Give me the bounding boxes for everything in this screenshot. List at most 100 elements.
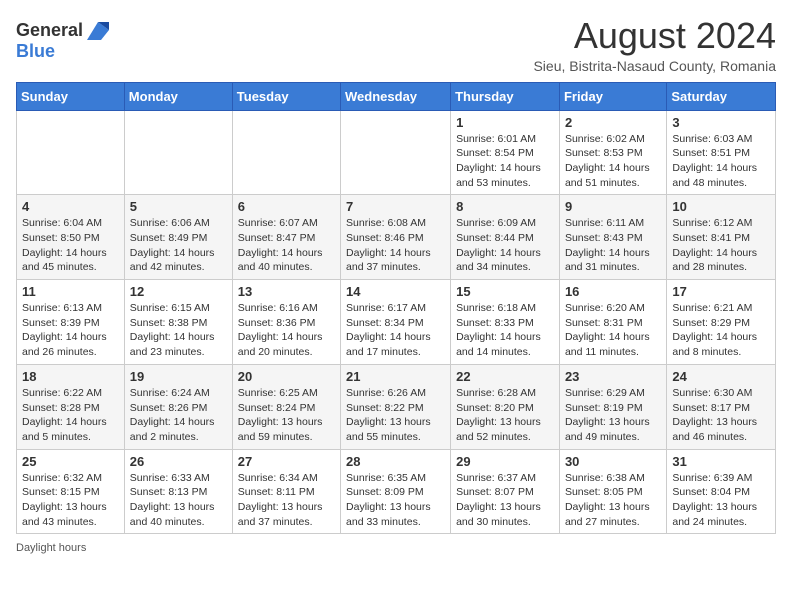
calendar-cell: 10 Sunrise: 6:12 AM Sunset: 8:41 PM Dayli… (667, 195, 776, 280)
calendar-cell: 18 Sunrise: 6:22 AM Sunset: 8:28 PM Dayli… (17, 364, 125, 449)
calendar-cell: 25 Sunrise: 6:32 AM Sunset: 8:15 PM Dayli… (17, 449, 125, 534)
calendar-cell: 28 Sunrise: 6:35 AM Sunset: 8:09 PM Dayli… (341, 449, 451, 534)
calendar-cell: 26 Sunrise: 6:33 AM Sunset: 8:13 PM Dayli… (124, 449, 232, 534)
day-number: 29 (456, 454, 554, 469)
calendar-day-header: Thursday (451, 82, 560, 110)
calendar-cell: 17Sunrise: 6:21 AM Sunset: 8:29 PM Dayli… (667, 280, 776, 365)
calendar-cell: 13 Sunrise: 6:16 AM Sunset: 8:36 PM Dayli… (232, 280, 340, 365)
day-number: 14 (346, 284, 445, 299)
calendar-cell: 21Sunrise: 6:26 AM Sunset: 8:22 PM Dayli… (341, 364, 451, 449)
day-number: 13 (238, 284, 335, 299)
calendar-header-row: SundayMondayTuesdayWednesdayThursdayFrid… (17, 82, 776, 110)
day-info: Sunrise: 6:03 AM Sunset: 8:51 PM Dayligh… (672, 132, 770, 191)
day-info: Sunrise: 6:09 AM Sunset: 8:44 PM Dayligh… (456, 216, 554, 275)
calendar-cell (232, 110, 340, 195)
calendar-day-header: Sunday (17, 82, 125, 110)
day-number: 8 (456, 199, 554, 214)
calendar-day-header: Monday (124, 82, 232, 110)
calendar-cell: 24 Sunrise: 6:30 AM Sunset: 8:17 PM Dayli… (667, 364, 776, 449)
day-info: Sunrise: 6:15 AM Sunset: 8:38 PM Dayligh… (130, 301, 227, 360)
day-number: 9 (565, 199, 661, 214)
logo-icon (87, 22, 109, 40)
day-info: Sunrise: 6:04 AM Sunset: 8:50 PM Dayligh… (22, 216, 119, 275)
day-number: 19 (130, 369, 227, 384)
day-info: Sunrise: 6:18 AM Sunset: 8:33 PM Dayligh… (456, 301, 554, 360)
day-info: Sunrise: 6:07 AM Sunset: 8:47 PM Dayligh… (238, 216, 335, 275)
logo: General Blue (16, 16, 109, 62)
header: General Blue August 2024 Sieu, Bistrita-… (16, 16, 776, 74)
footer-note: Daylight hours (16, 542, 776, 554)
calendar-day-header: Saturday (667, 82, 776, 110)
calendar-cell (17, 110, 125, 195)
day-info: Sunrise: 6:39 AM Sunset: 8:04 PM Dayligh… (672, 471, 770, 530)
calendar-cell: 23 Sunrise: 6:29 AM Sunset: 8:19 PM Dayli… (559, 364, 666, 449)
day-info: Sunrise: 6:34 AM Sunset: 8:11 PM Dayligh… (238, 471, 335, 530)
calendar-week-row: 11 Sunrise: 6:13 AM Sunset: 8:39 PM Dayli… (17, 280, 776, 365)
calendar-cell: 20Sunrise: 6:25 AM Sunset: 8:24 PM Dayli… (232, 364, 340, 449)
day-number: 18 (22, 369, 119, 384)
day-number: 16 (565, 284, 661, 299)
day-number: 10 (672, 199, 770, 214)
calendar-cell: 14Sunrise: 6:17 AM Sunset: 8:34 PM Dayli… (341, 280, 451, 365)
day-number: 31 (672, 454, 770, 469)
day-number: 11 (22, 284, 119, 299)
day-info: Sunrise: 6:38 AM Sunset: 8:05 PM Dayligh… (565, 471, 661, 530)
title-area: August 2024 Sieu, Bistrita-Nasaud County… (533, 16, 776, 74)
calendar-day-header: Friday (559, 82, 666, 110)
calendar-cell: 7Sunrise: 6:08 AM Sunset: 8:46 PM Daylig… (341, 195, 451, 280)
calendar-cell: 6 Sunrise: 6:07 AM Sunset: 8:47 PM Daylig… (232, 195, 340, 280)
calendar-cell: 8 Sunrise: 6:09 AM Sunset: 8:44 PM Daylig… (451, 195, 560, 280)
calendar-cell: 11 Sunrise: 6:13 AM Sunset: 8:39 PM Dayli… (17, 280, 125, 365)
calendar-cell: 22 Sunrise: 6:28 AM Sunset: 8:20 PM Dayli… (451, 364, 560, 449)
day-number: 15 (456, 284, 554, 299)
calendar-cell: 1Sunrise: 6:01 AM Sunset: 8:54 PM Daylig… (451, 110, 560, 195)
day-info: Sunrise: 6:29 AM Sunset: 8:19 PM Dayligh… (565, 386, 661, 445)
day-info: Sunrise: 6:13 AM Sunset: 8:39 PM Dayligh… (22, 301, 119, 360)
day-info: Sunrise: 6:33 AM Sunset: 8:13 PM Dayligh… (130, 471, 227, 530)
calendar-cell: 16Sunrise: 6:20 AM Sunset: 8:31 PM Dayli… (559, 280, 666, 365)
day-number: 6 (238, 199, 335, 214)
logo-blue-text: Blue (16, 41, 55, 61)
day-info: Sunrise: 6:30 AM Sunset: 8:17 PM Dayligh… (672, 386, 770, 445)
calendar-week-row: 4Sunrise: 6:04 AM Sunset: 8:50 PM Daylig… (17, 195, 776, 280)
day-number: 26 (130, 454, 227, 469)
day-info: Sunrise: 6:22 AM Sunset: 8:28 PM Dayligh… (22, 386, 119, 445)
day-number: 24 (672, 369, 770, 384)
day-number: 5 (130, 199, 227, 214)
calendar-cell: 31 Sunrise: 6:39 AM Sunset: 8:04 PM Dayli… (667, 449, 776, 534)
day-number: 20 (238, 369, 335, 384)
day-number: 27 (238, 454, 335, 469)
calendar-week-row: 18 Sunrise: 6:22 AM Sunset: 8:28 PM Dayli… (17, 364, 776, 449)
day-info: Sunrise: 6:06 AM Sunset: 8:49 PM Dayligh… (130, 216, 227, 275)
main-title: August 2024 (533, 16, 776, 56)
calendar-cell: 5 Sunrise: 6:06 AM Sunset: 8:49 PM Daylig… (124, 195, 232, 280)
day-number: 23 (565, 369, 661, 384)
day-number: 28 (346, 454, 445, 469)
daylight-hours-label: Daylight hours (16, 542, 86, 554)
calendar-day-header: Tuesday (232, 82, 340, 110)
day-info: Sunrise: 6:37 AM Sunset: 8:07 PM Dayligh… (456, 471, 554, 530)
day-info: Sunrise: 6:16 AM Sunset: 8:36 PM Dayligh… (238, 301, 335, 360)
day-info: Sunrise: 6:02 AM Sunset: 8:53 PM Dayligh… (565, 132, 661, 191)
calendar-cell: 15 Sunrise: 6:18 AM Sunset: 8:33 PM Dayli… (451, 280, 560, 365)
calendar-cell (341, 110, 451, 195)
logo-general-text: General (16, 20, 83, 41)
day-info: Sunrise: 6:24 AM Sunset: 8:26 PM Dayligh… (130, 386, 227, 445)
calendar-week-row: 1Sunrise: 6:01 AM Sunset: 8:54 PM Daylig… (17, 110, 776, 195)
day-info: Sunrise: 6:28 AM Sunset: 8:20 PM Dayligh… (456, 386, 554, 445)
calendar-cell: 27 Sunrise: 6:34 AM Sunset: 8:11 PM Dayli… (232, 449, 340, 534)
day-info: Sunrise: 6:32 AM Sunset: 8:15 PM Dayligh… (22, 471, 119, 530)
day-number: 25 (22, 454, 119, 469)
calendar-cell (124, 110, 232, 195)
calendar-cell: 3Sunrise: 6:03 AM Sunset: 8:51 PM Daylig… (667, 110, 776, 195)
day-info: Sunrise: 6:12 AM Sunset: 8:41 PM Dayligh… (672, 216, 770, 275)
day-number: 22 (456, 369, 554, 384)
day-number: 21 (346, 369, 445, 384)
day-number: 17 (672, 284, 770, 299)
day-info: Sunrise: 6:35 AM Sunset: 8:09 PM Dayligh… (346, 471, 445, 530)
calendar-cell: 4Sunrise: 6:04 AM Sunset: 8:50 PM Daylig… (17, 195, 125, 280)
day-info: Sunrise: 6:01 AM Sunset: 8:54 PM Dayligh… (456, 132, 554, 191)
day-info: Sunrise: 6:08 AM Sunset: 8:46 PM Dayligh… (346, 216, 445, 275)
calendar-cell: 9Sunrise: 6:11 AM Sunset: 8:43 PM Daylig… (559, 195, 666, 280)
calendar-table: SundayMondayTuesdayWednesdayThursdayFrid… (16, 82, 776, 535)
